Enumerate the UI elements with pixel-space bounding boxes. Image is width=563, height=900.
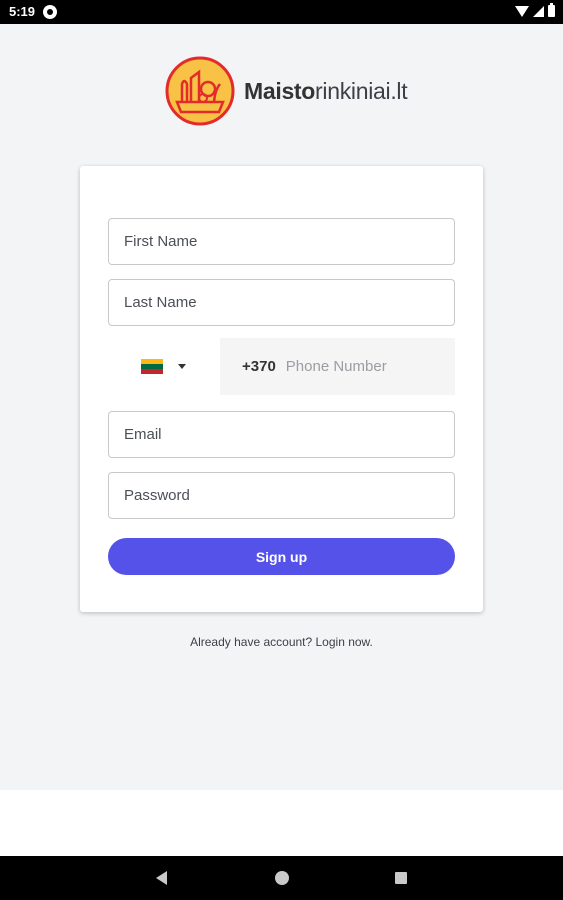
status-bar: 5:19 bbox=[0, 0, 563, 24]
grocery-basket-logo-icon bbox=[165, 56, 235, 126]
phone-row: +370 Phone Number bbox=[108, 338, 455, 395]
password-field[interactable]: Password bbox=[108, 472, 455, 519]
notification-app-icon bbox=[43, 5, 57, 19]
first-name-placeholder: First Name bbox=[124, 233, 198, 250]
battery-icon bbox=[548, 3, 555, 17]
country-code-dropdown[interactable] bbox=[108, 338, 220, 395]
navigation-bar bbox=[0, 856, 563, 900]
brand-logo: Maistorinkiniai.lt bbox=[165, 56, 408, 126]
email-placeholder: Email bbox=[124, 426, 162, 443]
phone-prefix: +370 bbox=[242, 358, 276, 375]
email-field[interactable]: Email bbox=[108, 411, 455, 458]
wifi-icon bbox=[515, 5, 529, 17]
status-icons bbox=[515, 3, 555, 17]
lithuania-flag-icon bbox=[141, 359, 163, 374]
brand-name-rest: rinkiniai.lt bbox=[315, 77, 408, 104]
first-name-field[interactable]: First Name bbox=[108, 218, 455, 265]
status-time: 5:19 bbox=[9, 4, 36, 19]
password-placeholder: Password bbox=[124, 487, 190, 504]
phone-placeholder: Phone Number bbox=[285, 358, 387, 375]
last-name-placeholder: Last Name bbox=[124, 294, 197, 311]
cellular-signal-icon bbox=[533, 5, 544, 17]
brand-name-bold: Maisto bbox=[244, 77, 316, 104]
last-name-field[interactable]: Last Name bbox=[108, 279, 455, 326]
signup-card: First Name Last Name +370 Phone Number E… bbox=[80, 166, 483, 612]
login-link[interactable]: Already have account? Login now. bbox=[0, 635, 563, 649]
brand-name: Maistorinkiniai.lt bbox=[244, 77, 408, 105]
signup-button[interactable]: Sign up bbox=[108, 538, 455, 575]
back-icon[interactable] bbox=[156, 871, 167, 885]
chevron-down-icon bbox=[178, 364, 186, 369]
app-content: Maistorinkiniai.lt First Name Last Name … bbox=[0, 24, 563, 790]
recent-apps-icon[interactable] bbox=[395, 872, 407, 884]
home-icon[interactable] bbox=[275, 871, 289, 885]
phone-number-field[interactable]: +370 Phone Number bbox=[220, 338, 455, 395]
